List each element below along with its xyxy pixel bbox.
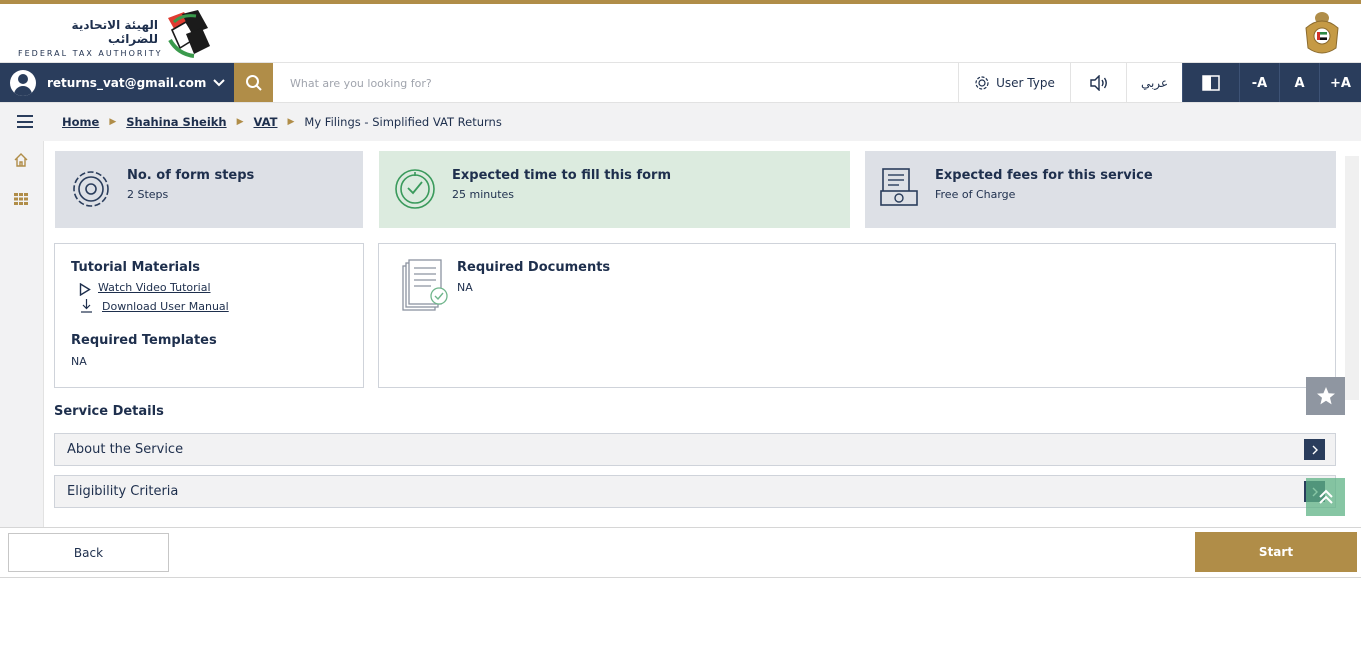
brand-header: الهيئة الاتحادية للضرائب FEDERAL TAX AUT… [0, 4, 1361, 62]
eligibility-criteria-accordion[interactable]: Eligibility Criteria [54, 475, 1336, 508]
contrast-icon [1202, 75, 1220, 91]
speaker-icon [1089, 75, 1107, 91]
hamburger-menu-icon[interactable] [17, 115, 33, 128]
download-user-manual-link[interactable]: Download User Manual [102, 300, 229, 313]
brand-english-name: FEDERAL TAX AUTHORITY [18, 49, 163, 58]
about-service-accordion[interactable]: About the Service [54, 433, 1336, 466]
home-icon[interactable] [13, 152, 29, 172]
search-button[interactable] [234, 63, 273, 103]
breadcrumb-separator-icon: ▶ [287, 117, 295, 127]
required-templates-heading: Required Templates [71, 333, 217, 348]
expected-time-value: 25 minutes [452, 188, 515, 201]
favorite-star-button[interactable] [1306, 377, 1345, 415]
fta-wordmark[interactable]: الهيئة الاتحادية للضرائب FEDERAL TAX AUT… [18, 18, 163, 58]
form-steps-card: No. of form steps 2 Steps [55, 151, 363, 228]
breadcrumb-home[interactable]: Home [62, 115, 99, 129]
breadcrumb-separator-icon: ▶ [109, 117, 117, 127]
receipt-icon [879, 167, 921, 213]
breadcrumb-current: My Filings - Simplified VAT Returns [304, 115, 502, 129]
accordion-label: Eligibility Criteria [67, 484, 179, 499]
user-menu[interactable]: returns_vat@gmail.com [0, 63, 234, 103]
start-button[interactable]: Start [1195, 532, 1357, 572]
font-decrease-button[interactable]: -A [1239, 63, 1279, 103]
breadcrumb-bar: Home ▶ Shahina Sheikh ▶ VAT ▶ My Filings… [0, 102, 1361, 141]
search-icon [245, 75, 262, 91]
user-type-label: User Type [996, 76, 1055, 90]
required-documents-value: NA [457, 281, 473, 294]
expected-fees-card: Expected fees for this service Free of C… [865, 151, 1336, 228]
tutorial-materials-card: Tutorial Materials Watch Video Tutorial … [54, 243, 364, 388]
chevron-down-icon[interactable] [212, 75, 226, 94]
app-window: الهيئة الاتحادية للضرائب FEDERAL TAX AUT… [0, 0, 1361, 578]
clock-icon [393, 167, 437, 215]
read-aloud-button[interactable] [1070, 63, 1126, 103]
expected-fees-title: Expected fees for this service [935, 168, 1153, 183]
expected-time-title: Expected time to fill this form [452, 168, 671, 183]
back-button[interactable]: Back [8, 533, 169, 572]
user-email: returns_vat@gmail.com [47, 76, 207, 90]
gear-icon [69, 167, 113, 215]
breadcrumb: Home ▶ Shahina Sheikh ▶ VAT ▶ My Filings… [62, 115, 502, 129]
service-details-heading: Service Details [54, 404, 164, 419]
apps-grid-icon[interactable] [13, 191, 29, 211]
expected-fees-value: Free of Charge [935, 188, 1016, 201]
gear-icon [975, 76, 989, 90]
font-normal-button[interactable]: A [1279, 63, 1319, 103]
required-documents-card: Required Documents NA [378, 243, 1336, 388]
footer-action-bar: Back Start [0, 527, 1361, 578]
user-avatar-icon [10, 70, 36, 96]
download-icon [80, 298, 93, 317]
form-steps-title: No. of form steps [127, 168, 255, 183]
fta-logo-icon [164, 8, 214, 62]
double-chevron-up-icon [1318, 489, 1333, 504]
accordion-label: About the Service [67, 442, 184, 457]
required-templates-value: NA [71, 355, 87, 368]
vertical-scrollbar[interactable] [1345, 156, 1359, 400]
scroll-to-top-button[interactable] [1306, 478, 1345, 516]
brand-arabic-name: الهيئة الاتحادية للضرائب [71, 18, 158, 46]
breadcrumb-separator-icon: ▶ [236, 117, 244, 127]
breadcrumb-vat[interactable]: VAT [254, 115, 278, 129]
watch-video-tutorial-link[interactable]: Watch Video Tutorial [98, 281, 211, 294]
search-input[interactable] [280, 69, 940, 97]
left-sidebar [0, 141, 44, 528]
star-icon [1316, 387, 1335, 405]
documents-icon [401, 258, 451, 318]
chevron-right-icon[interactable] [1304, 439, 1325, 460]
breadcrumb-user[interactable]: Shahina Sheikh [126, 115, 226, 129]
form-steps-value: 2 Steps [127, 188, 169, 201]
language-toggle[interactable]: عربي [1126, 63, 1182, 103]
expected-time-card: Expected time to fill this form 25 minut… [379, 151, 850, 228]
required-documents-heading: Required Documents [457, 260, 611, 275]
font-increase-button[interactable]: +A [1319, 63, 1361, 103]
uae-emblem-icon [1302, 8, 1342, 62]
user-type-button[interactable]: User Type [958, 63, 1070, 103]
tutorial-heading: Tutorial Materials [71, 260, 201, 275]
contrast-toggle[interactable] [1182, 63, 1239, 103]
top-navigation-bar: returns_vat@gmail.com User Type عربي -A … [0, 62, 1361, 103]
